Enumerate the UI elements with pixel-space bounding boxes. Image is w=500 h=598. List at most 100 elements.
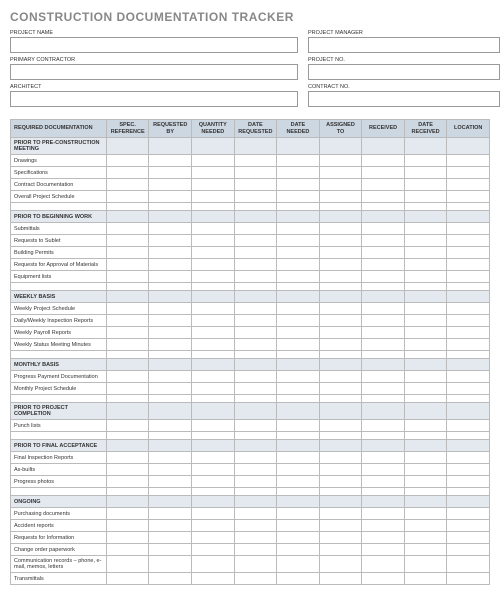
data-cell[interactable]: [319, 383, 362, 395]
data-cell[interactable]: [362, 247, 405, 259]
data-cell[interactable]: [234, 532, 277, 544]
data-cell[interactable]: [149, 271, 192, 283]
data-cell[interactable]: [447, 420, 490, 432]
data-cell[interactable]: [234, 191, 277, 203]
data-cell[interactable]: [192, 383, 235, 395]
data-cell[interactable]: [149, 464, 192, 476]
data-cell[interactable]: [447, 544, 490, 556]
data-cell[interactable]: [106, 303, 149, 315]
data-cell[interactable]: [192, 315, 235, 327]
data-cell[interactable]: [149, 179, 192, 191]
data-cell[interactable]: [277, 420, 320, 432]
data-cell[interactable]: [404, 508, 447, 520]
data-cell[interactable]: [234, 339, 277, 351]
data-cell[interactable]: [319, 476, 362, 488]
data-cell[interactable]: [234, 464, 277, 476]
data-cell[interactable]: [234, 167, 277, 179]
data-cell[interactable]: [106, 383, 149, 395]
data-cell[interactable]: [319, 508, 362, 520]
data-cell[interactable]: [106, 247, 149, 259]
data-cell[interactable]: [192, 191, 235, 203]
data-cell[interactable]: [362, 452, 405, 464]
data-cell[interactable]: [319, 420, 362, 432]
data-cell[interactable]: [404, 271, 447, 283]
data-cell[interactable]: [447, 155, 490, 167]
data-cell[interactable]: [192, 167, 235, 179]
data-cell[interactable]: [404, 327, 447, 339]
data-cell[interactable]: [277, 235, 320, 247]
data-cell[interactable]: [106, 155, 149, 167]
data-cell[interactable]: [362, 191, 405, 203]
data-cell[interactable]: [106, 520, 149, 532]
data-cell[interactable]: [404, 544, 447, 556]
input-contract-no[interactable]: [308, 91, 500, 107]
data-cell[interactable]: [404, 573, 447, 585]
data-cell[interactable]: [319, 315, 362, 327]
data-cell[interactable]: [277, 179, 320, 191]
data-cell[interactable]: [149, 371, 192, 383]
data-cell[interactable]: [319, 544, 362, 556]
data-cell[interactable]: [149, 383, 192, 395]
data-cell[interactable]: [106, 532, 149, 544]
data-cell[interactable]: [149, 315, 192, 327]
data-cell[interactable]: [277, 327, 320, 339]
data-cell[interactable]: [149, 303, 192, 315]
data-cell[interactable]: [404, 235, 447, 247]
data-cell[interactable]: [319, 452, 362, 464]
data-cell[interactable]: [319, 532, 362, 544]
data-cell[interactable]: [106, 371, 149, 383]
data-cell[interactable]: [149, 327, 192, 339]
data-cell[interactable]: [234, 179, 277, 191]
data-cell[interactable]: [362, 573, 405, 585]
data-cell[interactable]: [234, 420, 277, 432]
data-cell[interactable]: [149, 573, 192, 585]
data-cell[interactable]: [447, 464, 490, 476]
data-cell[interactable]: [149, 420, 192, 432]
data-cell[interactable]: [277, 556, 320, 573]
data-cell[interactable]: [149, 556, 192, 573]
data-cell[interactable]: [362, 223, 405, 235]
data-cell[interactable]: [149, 520, 192, 532]
data-cell[interactable]: [192, 327, 235, 339]
data-cell[interactable]: [404, 464, 447, 476]
data-cell[interactable]: [234, 476, 277, 488]
data-cell[interactable]: [106, 420, 149, 432]
data-cell[interactable]: [192, 259, 235, 271]
data-cell[interactable]: [362, 271, 405, 283]
data-cell[interactable]: [362, 476, 405, 488]
data-cell[interactable]: [447, 235, 490, 247]
data-cell[interactable]: [319, 339, 362, 351]
data-cell[interactable]: [277, 476, 320, 488]
data-cell[interactable]: [277, 167, 320, 179]
data-cell[interactable]: [404, 371, 447, 383]
data-cell[interactable]: [192, 420, 235, 432]
data-cell[interactable]: [404, 383, 447, 395]
data-cell[interactable]: [362, 420, 405, 432]
data-cell[interactable]: [149, 339, 192, 351]
data-cell[interactable]: [319, 556, 362, 573]
data-cell[interactable]: [447, 508, 490, 520]
data-cell[interactable]: [362, 532, 405, 544]
data-cell[interactable]: [106, 235, 149, 247]
data-cell[interactable]: [277, 155, 320, 167]
data-cell[interactable]: [277, 544, 320, 556]
data-cell[interactable]: [106, 556, 149, 573]
data-cell[interactable]: [234, 247, 277, 259]
data-cell[interactable]: [404, 556, 447, 573]
data-cell[interactable]: [149, 452, 192, 464]
data-cell[interactable]: [234, 383, 277, 395]
data-cell[interactable]: [447, 271, 490, 283]
input-architect[interactable]: [10, 91, 298, 107]
data-cell[interactable]: [362, 544, 405, 556]
data-cell[interactable]: [149, 235, 192, 247]
data-cell[interactable]: [106, 464, 149, 476]
data-cell[interactable]: [447, 573, 490, 585]
data-cell[interactable]: [234, 327, 277, 339]
data-cell[interactable]: [106, 271, 149, 283]
data-cell[interactable]: [192, 464, 235, 476]
data-cell[interactable]: [447, 167, 490, 179]
data-cell[interactable]: [149, 532, 192, 544]
data-cell[interactable]: [319, 223, 362, 235]
data-cell[interactable]: [149, 544, 192, 556]
data-cell[interactable]: [362, 556, 405, 573]
